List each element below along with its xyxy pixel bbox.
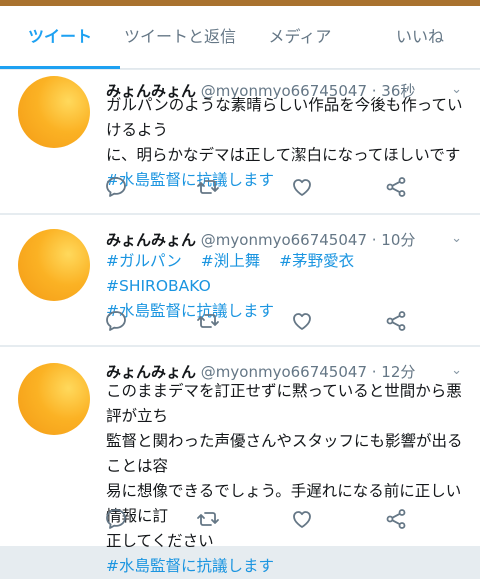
chevron-down-icon[interactable]: ⌄	[451, 363, 462, 378]
tweet-actions	[104, 175, 424, 201]
reply-icon[interactable]	[104, 175, 128, 199]
reply-icon[interactable]	[104, 309, 128, 333]
hashtag-row: #ガルパン #渕上舞 #茅野愛衣 #SHIROBAKO	[106, 249, 466, 299]
display-name[interactable]: みょんみょん	[106, 231, 196, 249]
hashtag-link[interactable]: #SHIROBAKO	[106, 277, 211, 295]
hashtag-link[interactable]: #渕上舞	[201, 252, 261, 270]
reply-icon[interactable]	[104, 507, 128, 531]
tweet[interactable]: みょんみょん @myonmyo66745047 · 12分 ⌄ このままデマを訂…	[0, 347, 480, 575]
tab-tweets[interactable]: ツイート	[0, 6, 120, 69]
heart-icon[interactable]	[290, 507, 314, 531]
tweet-text: このままデマを訂正せずに黙っていると世間から悪評が立ち 監督と関わった声優さんや…	[106, 379, 466, 579]
hashtag-link[interactable]: #茅野愛衣	[279, 252, 354, 270]
avatar[interactable]	[18, 363, 90, 435]
heart-icon[interactable]	[290, 309, 314, 333]
retweet-icon[interactable]	[196, 309, 220, 333]
avatar[interactable]	[18, 229, 90, 301]
retweet-icon[interactable]	[196, 507, 220, 531]
share-icon[interactable]	[384, 507, 408, 531]
tweet-actions	[104, 309, 424, 335]
tab-tweets-and-replies[interactable]: ツイートと返信	[120, 6, 240, 68]
chevron-down-icon[interactable]: ⌄	[451, 231, 462, 246]
tweet-header: みょんみょん @myonmyo66745047 · 10分	[106, 229, 415, 250]
retweet-icon[interactable]	[196, 175, 220, 199]
tweet[interactable]: みょんみょん @myonmyo66745047 · 10分 ⌄ #ガルパン #渕…	[0, 215, 480, 345]
hashtag-link[interactable]: #水島監督に抗議します	[106, 554, 466, 579]
share-icon[interactable]	[384, 175, 408, 199]
tweet-text-line: このままデマを訂正せずに黙っていると世間から悪評が立ち	[106, 382, 462, 425]
tweet-text-line: 監督と関わった声優さんやスタッフにも影響が出ることは容	[106, 432, 463, 475]
separator: ·	[366, 231, 382, 249]
tweet-text-line: ガルパンのような素晴らしい作品を今後も作っていけるよう	[106, 96, 463, 139]
tab-likes[interactable]: いいね	[360, 6, 480, 68]
timestamp[interactable]: 10分	[381, 231, 415, 249]
hashtag-link[interactable]: #ガルパン	[106, 252, 182, 270]
tweet-actions	[104, 507, 424, 533]
avatar[interactable]	[18, 76, 90, 148]
tab-media[interactable]: メディア	[240, 6, 360, 68]
profile-tabs: ツイート ツイートと返信 メディア いいね	[0, 6, 480, 69]
share-icon[interactable]	[384, 309, 408, 333]
user-handle[interactable]: @myonmyo66745047	[201, 231, 367, 249]
heart-icon[interactable]	[290, 175, 314, 199]
tweet[interactable]: みょんみょん @myonmyo66745047 · 36秒 ⌄ ガルパンのような…	[0, 70, 480, 213]
tweet-text-line: に、明らかなデマは正して潔白になってほしいです	[106, 146, 461, 164]
